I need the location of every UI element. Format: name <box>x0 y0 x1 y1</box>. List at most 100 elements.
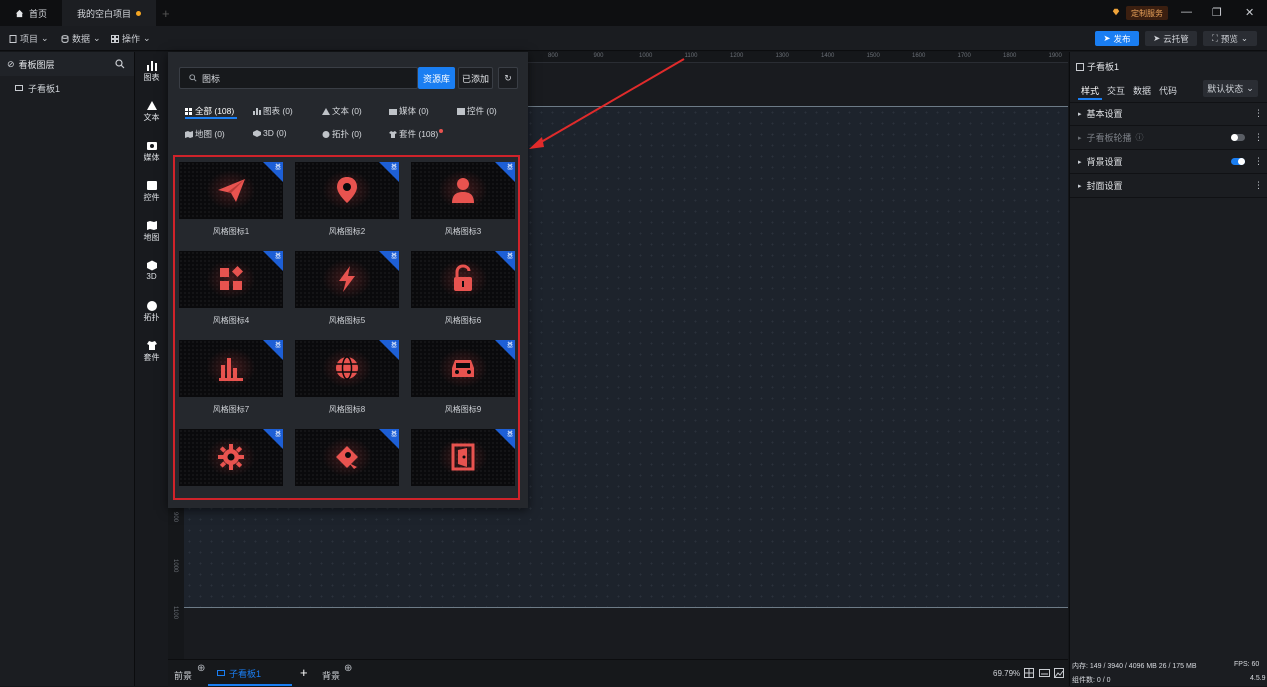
resource-card[interactable]: 基 <box>179 429 283 509</box>
state-select-value: 默认状态 <box>1207 84 1244 94</box>
more-icon[interactable]: ⋮ <box>1254 108 1263 119</box>
add-foreground-icon[interactable]: ⊕ <box>197 663 205 674</box>
resource-thumbnail: 基 <box>295 162 399 219</box>
menu-ops[interactable]: 操作 ⌄ <box>111 32 151 45</box>
apps-icon <box>220 266 243 290</box>
ruler-tick-label: 1500 <box>866 53 880 59</box>
category-text[interactable]: 文本 <box>135 100 168 123</box>
carousel-toggle[interactable] <box>1231 134 1245 141</box>
tab-data[interactable]: 数据 <box>1133 84 1151 97</box>
menu-data[interactable]: 数据 ⌄ <box>61 32 101 45</box>
tab-project[interactable]: 我的空白项目 <box>62 0 156 26</box>
new-tab-button[interactable]: + <box>162 0 176 26</box>
image-icon[interactable] <box>1054 668 1064 678</box>
category-chart[interactable]: 图表 <box>135 60 168 83</box>
add-board-icon[interactable]: + <box>300 665 308 680</box>
layer-item[interactable]: 子看板1 <box>15 82 60 95</box>
resource-card[interactable]: 基风格图标7 <box>179 340 283 420</box>
tab-interaction[interactable]: 交互 <box>1107 84 1125 97</box>
basic-tag-label: 基 <box>390 343 397 349</box>
cat-3d[interactable]: 3D (0) <box>253 128 287 138</box>
restore-icon[interactable]: ❐ <box>1212 6 1222 19</box>
category-map-label: 地图 <box>143 233 160 242</box>
zoom-level[interactable]: 69.79% <box>993 669 1020 678</box>
cloud-host-button[interactable]: ➤ 云托管 <box>1145 31 1197 46</box>
chevron-down-icon: ⌄ <box>41 33 49 43</box>
tab-style[interactable]: 样式 <box>1081 84 1099 97</box>
resource-card[interactable]: 基风格图标4 <box>179 251 283 331</box>
resource-card[interactable]: 基风格图标1 <box>179 162 283 242</box>
minimize-icon[interactable]: — <box>1181 6 1192 18</box>
bottom-bar: 前景 ⊕ 子看板1 + 背景 ⊕ 69.79% <box>168 659 1068 687</box>
cat-topology[interactable]: 拓扑 (0) <box>322 128 362 140</box>
topology-icon <box>146 301 157 311</box>
state-select[interactable]: 默认状态 ⌄ <box>1203 80 1258 97</box>
section-cover[interactable]: ▸ 封面设置 ⋮ <box>1070 174 1267 198</box>
search-value: 图标 <box>202 73 221 84</box>
send-icon: ➤ <box>1103 33 1111 43</box>
resource-card[interactable]: 基风格图标2 <box>295 162 399 242</box>
category-map[interactable]: 地图 <box>135 220 168 243</box>
resource-thumbnail: 基 <box>179 251 283 308</box>
cat-kit-label: 套件 (108) <box>399 129 439 139</box>
resource-card[interactable]: 基风格图标8 <box>295 340 399 420</box>
refresh-button[interactable]: ↻ <box>498 67 518 89</box>
resource-card[interactable]: 基风格图标3 <box>411 162 515 242</box>
cat-text[interactable]: 文本 (0) <box>322 105 362 117</box>
board-icon <box>15 85 23 91</box>
preview-button[interactable]: ⛶ 预览 ⌄ <box>1203 31 1257 46</box>
cat-control[interactable]: 控件 (0) <box>457 105 497 117</box>
resource-card[interactable]: 基 <box>295 429 399 509</box>
basic-tag-label: 基 <box>274 254 281 260</box>
close-icon[interactable]: ✕ <box>1245 6 1254 19</box>
resource-card[interactable]: 基风格图标5 <box>295 251 399 331</box>
tab-code[interactable]: 代码 <box>1159 84 1177 97</box>
more-icon[interactable]: ⋮ <box>1254 180 1263 191</box>
properties-header: 子看板1 <box>1076 60 1119 73</box>
custom-service-button[interactable]: 定制服务 <box>1126 6 1168 20</box>
category-media[interactable]: 媒体 <box>135 140 168 163</box>
add-background-icon[interactable]: ⊕ <box>344 663 352 674</box>
search-field[interactable]: 图标 <box>179 67 418 89</box>
map-icon <box>146 221 157 230</box>
section-carousel[interactable]: ▸ 子看板轮播 ⓘ ⋮ <box>1070 126 1267 150</box>
section-basic[interactable]: ▸ 基本设置 ⋮ <box>1070 102 1267 126</box>
background-toggle[interactable] <box>1231 158 1245 165</box>
exit-door-icon <box>451 443 475 471</box>
library-button[interactable]: 资源库 <box>418 67 455 89</box>
search-icon[interactable] <box>115 59 125 69</box>
menu-project[interactable]: 项目 ⌄ <box>9 32 49 45</box>
camera-icon <box>336 446 358 469</box>
component-count: 组件数: 0 / 0 <box>1072 677 1111 684</box>
publish-label: 发布 <box>1113 33 1131 44</box>
resource-thumbnail: 基 <box>295 251 399 308</box>
publish-button[interactable]: ➤ 发布 <box>1095 31 1139 46</box>
category-control[interactable]: 控件 <box>135 180 168 203</box>
cat-text-label: 文本 (0) <box>332 106 362 116</box>
menu-project-label: 项目 <box>20 34 39 44</box>
cat-chart[interactable]: 图表 (0) <box>253 105 293 117</box>
cat-media[interactable]: 媒体 (0) <box>389 105 429 117</box>
resource-card[interactable]: 基风格图标9 <box>411 340 515 420</box>
keyboard-icon[interactable] <box>1039 668 1050 678</box>
cat-all[interactable]: 全部 (108) <box>185 105 234 117</box>
chevron-down-icon: ⌄ <box>1246 83 1254 93</box>
cat-kit[interactable]: 套件 (108) <box>389 128 444 140</box>
resource-card[interactable]: 基 <box>411 429 515 509</box>
background-label[interactable]: 背景 <box>322 669 340 682</box>
category-kit[interactable]: 套件 <box>135 340 168 363</box>
tab-home[interactable]: 首页 <box>0 0 62 26</box>
more-icon[interactable]: ⋮ <box>1254 132 1263 143</box>
added-button[interactable]: 已添加 <box>458 67 493 89</box>
resource-card[interactable]: 基风格图标6 <box>411 251 515 331</box>
board-tab[interactable]: 子看板1 <box>208 662 292 686</box>
section-background[interactable]: ▸ 背景设置 ⋮ <box>1070 150 1267 174</box>
category-topology[interactable]: 拓扑 <box>135 300 168 323</box>
database-icon <box>61 34 69 43</box>
category-3d[interactable]: 3D <box>135 260 168 281</box>
more-icon[interactable]: ⋮ <box>1254 156 1263 167</box>
cat-map[interactable]: 地图 (0) <box>185 128 225 140</box>
cat-topology-label: 拓扑 (0) <box>332 129 362 139</box>
fit-screen-icon[interactable] <box>1024 668 1034 678</box>
foreground-label[interactable]: 前景 <box>174 669 192 682</box>
